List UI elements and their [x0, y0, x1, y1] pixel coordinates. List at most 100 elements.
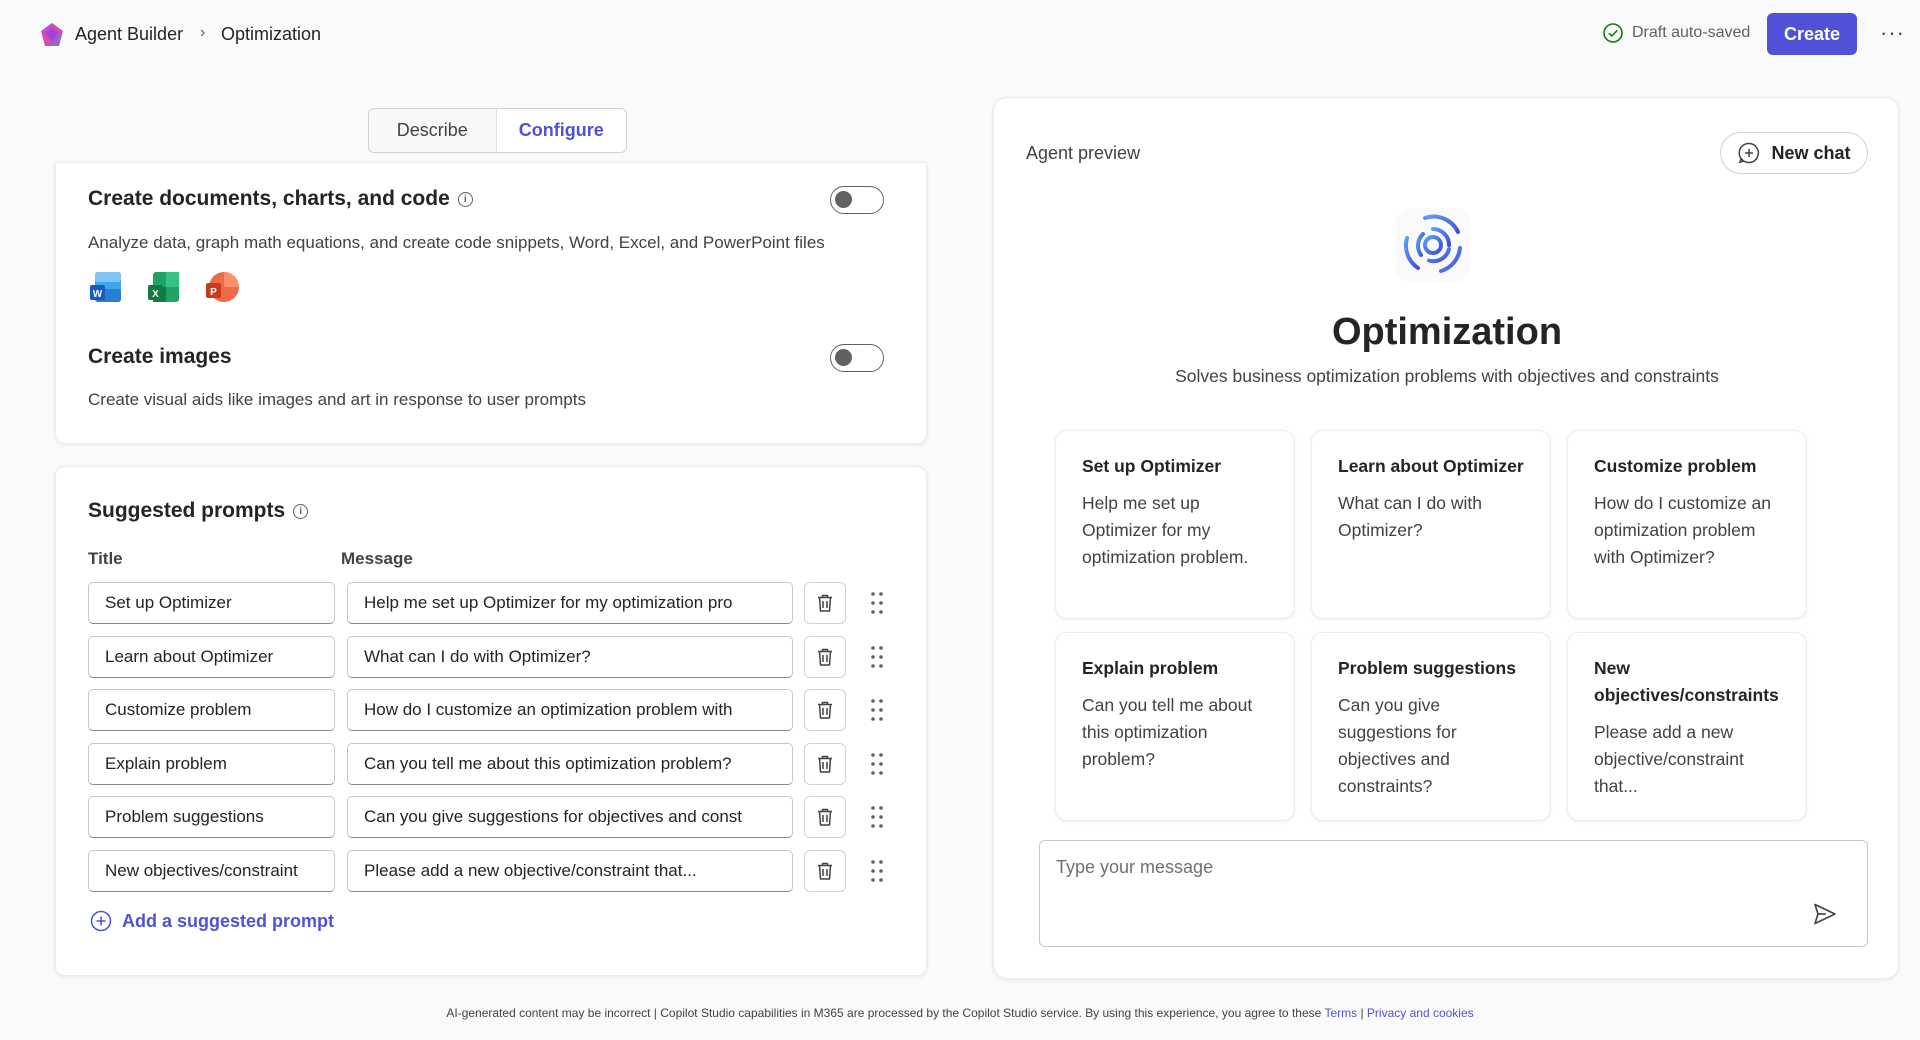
delete-prompt-button[interactable]: [804, 796, 846, 838]
drag-handle-icon[interactable]: [870, 752, 884, 776]
starter-prompt-card[interactable]: Problem suggestions Can you give suggesti…: [1311, 632, 1551, 821]
chat-input-box[interactable]: [1039, 840, 1868, 947]
trash-icon: [818, 648, 832, 666]
starter-prompt-title: Customize problem: [1594, 456, 1757, 476]
save-status-text: Draft auto-saved: [1632, 24, 1751, 41]
trash-icon: [818, 808, 832, 826]
add-suggested-prompt-button[interactable]: Add a suggested prompt: [90, 910, 334, 932]
prompt-title-field[interactable]: Learn about Optimizer: [88, 635, 335, 678]
new-chat-icon: [1738, 142, 1760, 164]
agent-avatar-icon: [1396, 208, 1470, 282]
footer-separator: |: [1360, 1006, 1364, 1020]
add-circle-icon: [90, 910, 112, 932]
prompt-message-field[interactable]: What can I do with Optimizer?: [347, 635, 793, 678]
delete-prompt-button[interactable]: [804, 742, 846, 785]
trash-icon: [818, 701, 832, 719]
more-options-icon[interactable]: ···: [1880, 20, 1905, 46]
prompt-message-field[interactable]: How do I customize an optimization probl…: [347, 689, 793, 731]
message-input[interactable]: [1056, 857, 1816, 878]
prompt-title-field[interactable]: Customize problem: [88, 689, 335, 731]
terms-link[interactable]: Terms: [1324, 1006, 1357, 1020]
prompt-title-field[interactable]: Problem suggestions: [88, 796, 335, 838]
agent-preview-panel: Agent preview New chat Optimization Solv…: [993, 97, 1899, 979]
footer-disclaimer: AI-generated content may be incorrect | …: [446, 1006, 1322, 1020]
agent-description: Solves business optimization problems wi…: [1175, 366, 1719, 386]
starter-prompt-body: Please add a new objective/constraint th…: [1594, 722, 1744, 796]
column-header-title: Title: [88, 549, 123, 568]
images-capability-heading: Create images: [88, 345, 232, 369]
starter-prompt-card[interactable]: Learn about Optimizer What can I do with …: [1311, 430, 1551, 619]
excel-icon: X: [148, 272, 179, 302]
trash-icon: [818, 862, 832, 880]
starter-prompt-body: What can I do with Optimizer?: [1338, 493, 1482, 540]
info-icon[interactable]: i: [293, 503, 309, 519]
images-capability-description: Create visual aids like images and art i…: [88, 390, 586, 409]
breadcrumb-separator: ›: [200, 24, 206, 41]
prompt-message-field[interactable]: Can you give suggestions for objectives …: [347, 796, 793, 838]
drag-handle-icon[interactable]: [870, 805, 884, 829]
svg-text:W: W: [93, 289, 103, 300]
checkmark-circle-icon: [1603, 23, 1623, 43]
privacy-link[interactable]: Privacy and cookies: [1367, 1006, 1474, 1020]
code-capability-description: Analyze data, graph math equations, and …: [88, 233, 825, 252]
delete-prompt-button[interactable]: [804, 849, 846, 892]
delete-prompt-button[interactable]: [804, 689, 846, 731]
new-chat-label: New chat: [1771, 142, 1851, 163]
svg-text:P: P: [210, 287, 217, 298]
footer: AI-generated content may be incorrect | …: [0, 1006, 1920, 1020]
toggle-knob: [835, 349, 852, 366]
add-suggested-prompt-label: Add a suggested prompt: [122, 910, 335, 931]
breadcrumb-agent-builder[interactable]: Agent Builder: [75, 24, 183, 45]
starter-prompt-body: Help me set up Optimizer for my optimiza…: [1082, 493, 1249, 567]
starter-prompt-card[interactable]: Set up Optimizer Help me set up Optimizer…: [1055, 430, 1295, 619]
svg-text:X: X: [152, 289, 159, 300]
starter-prompt-title: Set up Optimizer: [1082, 456, 1222, 476]
create-button[interactable]: Create: [1767, 13, 1857, 55]
capabilities-card: Create documents, charts, and code i Ana…: [55, 162, 927, 444]
powerpoint-icon: P: [206, 272, 239, 302]
word-icon: W: [90, 272, 121, 302]
suggested-prompts-card: Suggested prompts i Title Message Set up…: [55, 466, 927, 976]
save-status: Draft auto-saved: [1602, 22, 1750, 44]
prompt-message-field[interactable]: Please add a new objective/constraint th…: [347, 849, 793, 892]
info-icon[interactable]: i: [457, 191, 473, 207]
copilot-logo-icon: [41, 23, 63, 46]
tab-describe[interactable]: Describe: [369, 109, 497, 152]
starter-prompt-title: Problem suggestions: [1338, 658, 1516, 678]
suggested-prompts-title: Suggested prompts: [88, 499, 286, 522]
images-capability-title: Create images: [88, 345, 232, 368]
code-capability-title: Create documents, charts, and code: [88, 187, 450, 210]
trash-icon: [818, 755, 832, 773]
starter-prompt-title: Explain problem: [1082, 658, 1219, 678]
drag-handle-icon[interactable]: [870, 645, 884, 669]
tab-configure[interactable]: Configure: [496, 109, 626, 152]
starter-prompt-body: How do I customize an optimization probl…: [1594, 493, 1772, 567]
agent-name: Optimization: [1331, 311, 1563, 353]
drag-handle-icon[interactable]: [870, 698, 884, 722]
prompt-title-field[interactable]: New objectives/constraint: [88, 849, 335, 892]
prompt-title-field[interactable]: Explain problem: [88, 742, 335, 785]
starter-prompt-card[interactable]: Customize problem How do I customize an o…: [1567, 430, 1807, 619]
toggle-knob: [835, 191, 852, 208]
prompt-title-field[interactable]: Set up Optimizer: [88, 582, 335, 624]
send-icon[interactable]: [1812, 901, 1838, 927]
starter-prompt-card[interactable]: Explain problem Can you tell me about thi…: [1055, 632, 1295, 821]
trash-icon: [818, 594, 832, 612]
prompt-message-field[interactable]: Can you tell me about this optimization …: [347, 742, 793, 785]
starter-prompt-card[interactable]: New objectives/constraints Please add a n…: [1567, 632, 1807, 821]
delete-prompt-button[interactable]: [804, 635, 846, 678]
mode-tabs: Describe Configure: [368, 108, 627, 153]
drag-handle-icon[interactable]: [870, 591, 884, 615]
prompt-message-field[interactable]: Help me set up Optimizer for my optimiza…: [347, 582, 793, 624]
starter-prompt-title: New objectives/constraints: [1594, 658, 1779, 705]
code-capability-toggle[interactable]: [830, 186, 884, 214]
starter-prompt-body: Can you tell me about this optimization …: [1082, 695, 1253, 769]
drag-handle-icon[interactable]: [870, 859, 884, 883]
new-chat-button[interactable]: New chat: [1720, 132, 1868, 174]
code-capability-heading: Create documents, charts, and code i: [88, 187, 473, 211]
starter-prompt-title: Learn about Optimizer: [1338, 456, 1524, 476]
delete-prompt-button[interactable]: [804, 582, 846, 624]
starter-prompt-body: Can you give suggestions for objectives …: [1338, 695, 1457, 796]
suggested-prompts-heading: Suggested prompts i: [88, 499, 309, 523]
images-capability-toggle[interactable]: [830, 344, 884, 372]
